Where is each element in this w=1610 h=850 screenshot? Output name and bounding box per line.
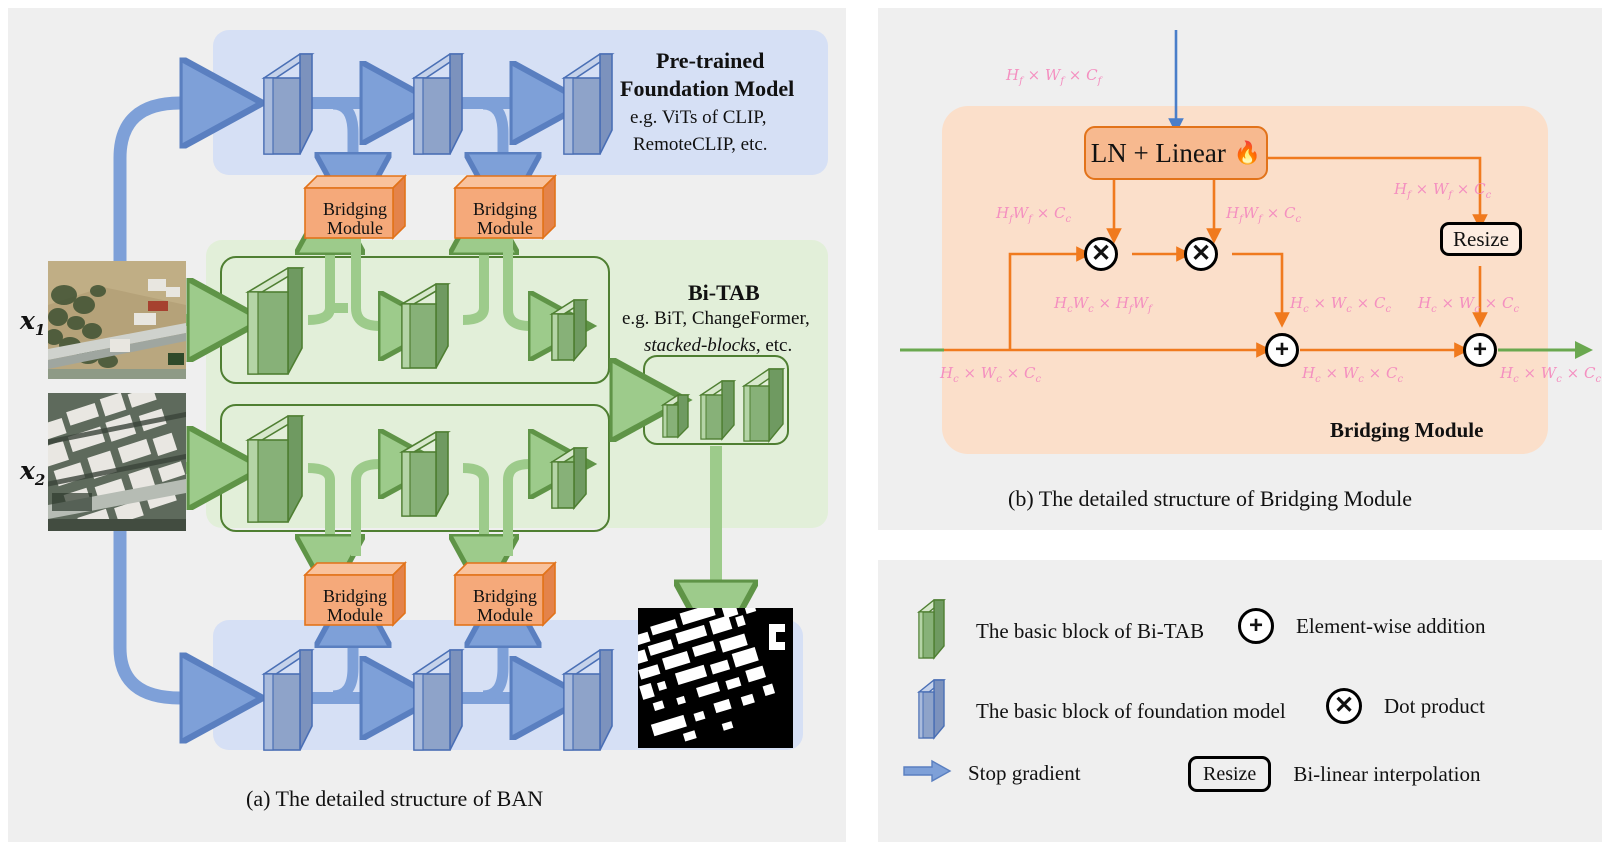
bi-tab-output-slab-2	[698, 379, 738, 443]
dim-label-mul-output: Hc × Wc × Cc	[1290, 294, 1392, 315]
input-image-x2-label: x2	[20, 456, 45, 489]
plus-symbol: +	[1248, 612, 1263, 639]
bi-tab-example-italic: stacked-blocks	[644, 335, 756, 356]
dim-label-add2-output: Hc × Wc × Cc	[1500, 364, 1602, 385]
foundation-model-title-line2: Foundation Model	[620, 76, 795, 101]
dim-label-add1-output: Hc × Wc × Cc	[1302, 364, 1404, 385]
bi-tab-example-line2: stacked-blocks, etc.	[644, 335, 792, 357]
legend-label-stop-gradient: Stop gradient	[968, 761, 1081, 785]
fire-icon: 🔥	[1233, 140, 1262, 165]
bi-tab-output-slab-1	[660, 393, 692, 441]
bi-tab-example-tail: , etc.	[755, 335, 793, 356]
foundation-block-top-1	[256, 50, 316, 158]
panel-bridging-module-detail: LN + Linear 🔥 Resize ✕ ✕ + + Hf × Wf × C…	[878, 8, 1602, 530]
bi-tab-output-slab-3	[741, 366, 787, 446]
ln-linear-label: LN + Linear	[1090, 137, 1226, 168]
resize-block[interactable]: Resize	[1440, 222, 1522, 256]
foundation-model-example-line1: e.g. ViTs of CLIP,	[630, 107, 767, 128]
foundation-block-bottom-1	[256, 646, 316, 754]
plus-symbol: +	[1472, 336, 1487, 363]
legend-label-dot-product: Dot product	[1384, 693, 1485, 718]
bi-tab-block-b1-3	[548, 298, 592, 364]
bridging-module-top-2[interactable]: Bridging Module	[453, 174, 557, 240]
bi-tab-block-b2-2	[396, 428, 454, 520]
input-image-x1-label: x1	[20, 306, 45, 339]
legend-label-foundation-block: The basic block of foundation model	[976, 699, 1286, 723]
dim-label-k-branch: HfWf × Cc	[1226, 204, 1302, 225]
panel-b-caption: (b) The detailed structure of Bridging M…	[1008, 486, 1413, 511]
blue-arrow-icon	[902, 758, 958, 789]
green-slab-icon	[916, 598, 958, 665]
foundation-model-example-line2: RemoteCLIP, etc.	[633, 134, 768, 155]
foundation-model-title-line1: Pre-trained	[656, 48, 765, 73]
bridging-module-bottom-2[interactable]: Bridging Module	[453, 561, 557, 627]
dot-product-node-1: ✕	[1084, 237, 1118, 271]
dim-label-input: Hf × Wf × Cf	[1006, 66, 1102, 87]
bi-tab-block-b1-2	[396, 280, 454, 372]
bridging-module-name: Bridging Module	[1330, 418, 1484, 442]
times-symbol: ✕	[1190, 240, 1212, 267]
legend-label-element-wise-addition: Element-wise addition	[1296, 613, 1486, 638]
ln-linear-block[interactable]: LN + Linear 🔥	[1084, 126, 1268, 180]
dim-label-skip-input: Hc × Wc × Cc	[940, 364, 1042, 385]
bridging-module-bottom-1[interactable]: Bridging Module	[303, 561, 407, 627]
x1-letter: x	[20, 306, 35, 335]
panel-legend: The basic block of Bi-TAB + Element-wise…	[878, 560, 1602, 842]
bi-tab-block-b2-3	[548, 446, 592, 512]
dim-label-attention: HcWc × HfWf	[1054, 294, 1152, 315]
bi-tab-block-b2-1	[240, 410, 310, 526]
panel-a-caption: (a) The detailed structure of BAN	[246, 786, 544, 811]
legend-item-dot-product: ✕ Dot product	[1326, 688, 1485, 724]
dim-label-q-branch: HfWf × Cc	[996, 204, 1072, 225]
legend-label-bi-tab-block: The basic block of Bi-TAB	[976, 619, 1205, 643]
legend-item-foundation-block: The basic block of foundation model	[916, 678, 1286, 745]
dim-label-resize-output: Hc × Wc × Cc	[1418, 294, 1520, 315]
times-circle-icon: ✕	[1326, 688, 1362, 724]
x1-subscript: 1	[34, 321, 46, 339]
output-change-map	[638, 608, 793, 748]
blue-slab-icon	[916, 678, 958, 745]
legend-label-bilinear-interpolation: Bi-linear interpolation	[1293, 761, 1481, 786]
x2-subscript: 2	[34, 471, 46, 489]
resize-label: Resize	[1453, 226, 1509, 251]
resize-box-icon: Resize	[1188, 756, 1272, 792]
addition-node-2: +	[1463, 333, 1497, 367]
foundation-block-bottom-2	[406, 646, 466, 754]
panel-ban-structure: Pre-trained Foundation Model e.g. ViTs o…	[8, 8, 846, 842]
x2-letter: x	[20, 456, 35, 485]
dot-product-node-2: ✕	[1184, 237, 1218, 271]
foundation-block-top-2	[406, 50, 466, 158]
legend-item-element-wise-addition: + Element-wise addition	[1238, 608, 1486, 644]
bi-tab-title: Bi-TAB	[688, 280, 760, 305]
foundation-block-bottom-3	[556, 646, 616, 754]
times-symbol: ✕	[1333, 692, 1355, 719]
plus-circle-icon: +	[1238, 608, 1274, 644]
input-image-x2	[48, 393, 186, 531]
times-symbol: ✕	[1090, 240, 1112, 267]
legend-item-bilinear-interpolation: Resize Bi-linear interpolation	[1188, 756, 1481, 792]
bi-tab-block-b1-1	[240, 262, 310, 378]
foundation-block-top-3	[556, 50, 616, 158]
plus-symbol: +	[1274, 336, 1289, 363]
addition-node-1: +	[1265, 333, 1299, 367]
bridging-module-top-1[interactable]: Bridging Module	[303, 174, 407, 240]
dim-label-resize-input: Hf × Wf × Cc	[1394, 180, 1492, 201]
bi-tab-example-line1: e.g. BiT, ChangeFormer,	[622, 308, 810, 329]
legend-item-bi-tab-block: The basic block of Bi-TAB	[916, 598, 1204, 665]
input-image-x1	[48, 261, 186, 379]
legend-item-stop-gradient: Stop gradient	[902, 758, 1081, 789]
